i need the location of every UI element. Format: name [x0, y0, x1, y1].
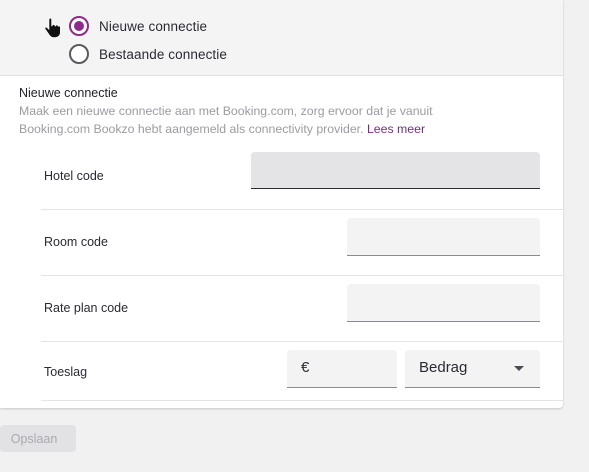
hotel-code-row: Hotel code [41, 144, 563, 210]
hotel-code-label: Hotel code [44, 169, 104, 183]
surcharge-amount-input[interactable]: € [287, 350, 397, 388]
room-code-label: Room code [44, 235, 108, 249]
read-more-link[interactable]: Lees meer [367, 122, 425, 136]
radio-new-connection[interactable]: Nieuwe connectie [69, 15, 207, 37]
radio-existing-connection[interactable]: Bestaande connectie [69, 43, 227, 65]
caret-down-icon [514, 366, 524, 371]
connection-card: Nieuwe connectie Bestaande connectie Nie… [0, 0, 563, 408]
surcharge-type-value: Bedrag [419, 359, 468, 376]
section-description: Maak een nieuwe connectie aan met Bookin… [19, 102, 489, 138]
connection-type-group: Nieuwe connectie Bestaande connectie [0, 0, 563, 76]
radio-label: Nieuwe connectie [99, 18, 208, 34]
surcharge-type-select[interactable]: Bedrag [405, 350, 540, 388]
surcharge-label: Toeslag [44, 365, 88, 379]
rate-plan-code-row: Rate plan code [41, 276, 563, 342]
section-title: Nieuwe connectie [19, 86, 118, 100]
save-button[interactable]: Opslaan [0, 425, 76, 452]
radio-button-checked[interactable] [69, 16, 89, 36]
surcharge-row: Toeslag € Bedrag [41, 342, 563, 401]
rate-plan-code-label: Rate plan code [44, 301, 129, 315]
radio-label: Bestaande connectie [99, 46, 227, 62]
room-code-input[interactable] [347, 218, 540, 256]
rate-plan-code-input[interactable] [347, 284, 540, 322]
hotel-code-input[interactable] [251, 152, 540, 189]
currency-symbol: € [301, 359, 310, 376]
hand-pointer-icon [44, 18, 60, 38]
room-code-row: Room code [41, 210, 563, 276]
radio-button-unchecked[interactable] [69, 44, 89, 64]
